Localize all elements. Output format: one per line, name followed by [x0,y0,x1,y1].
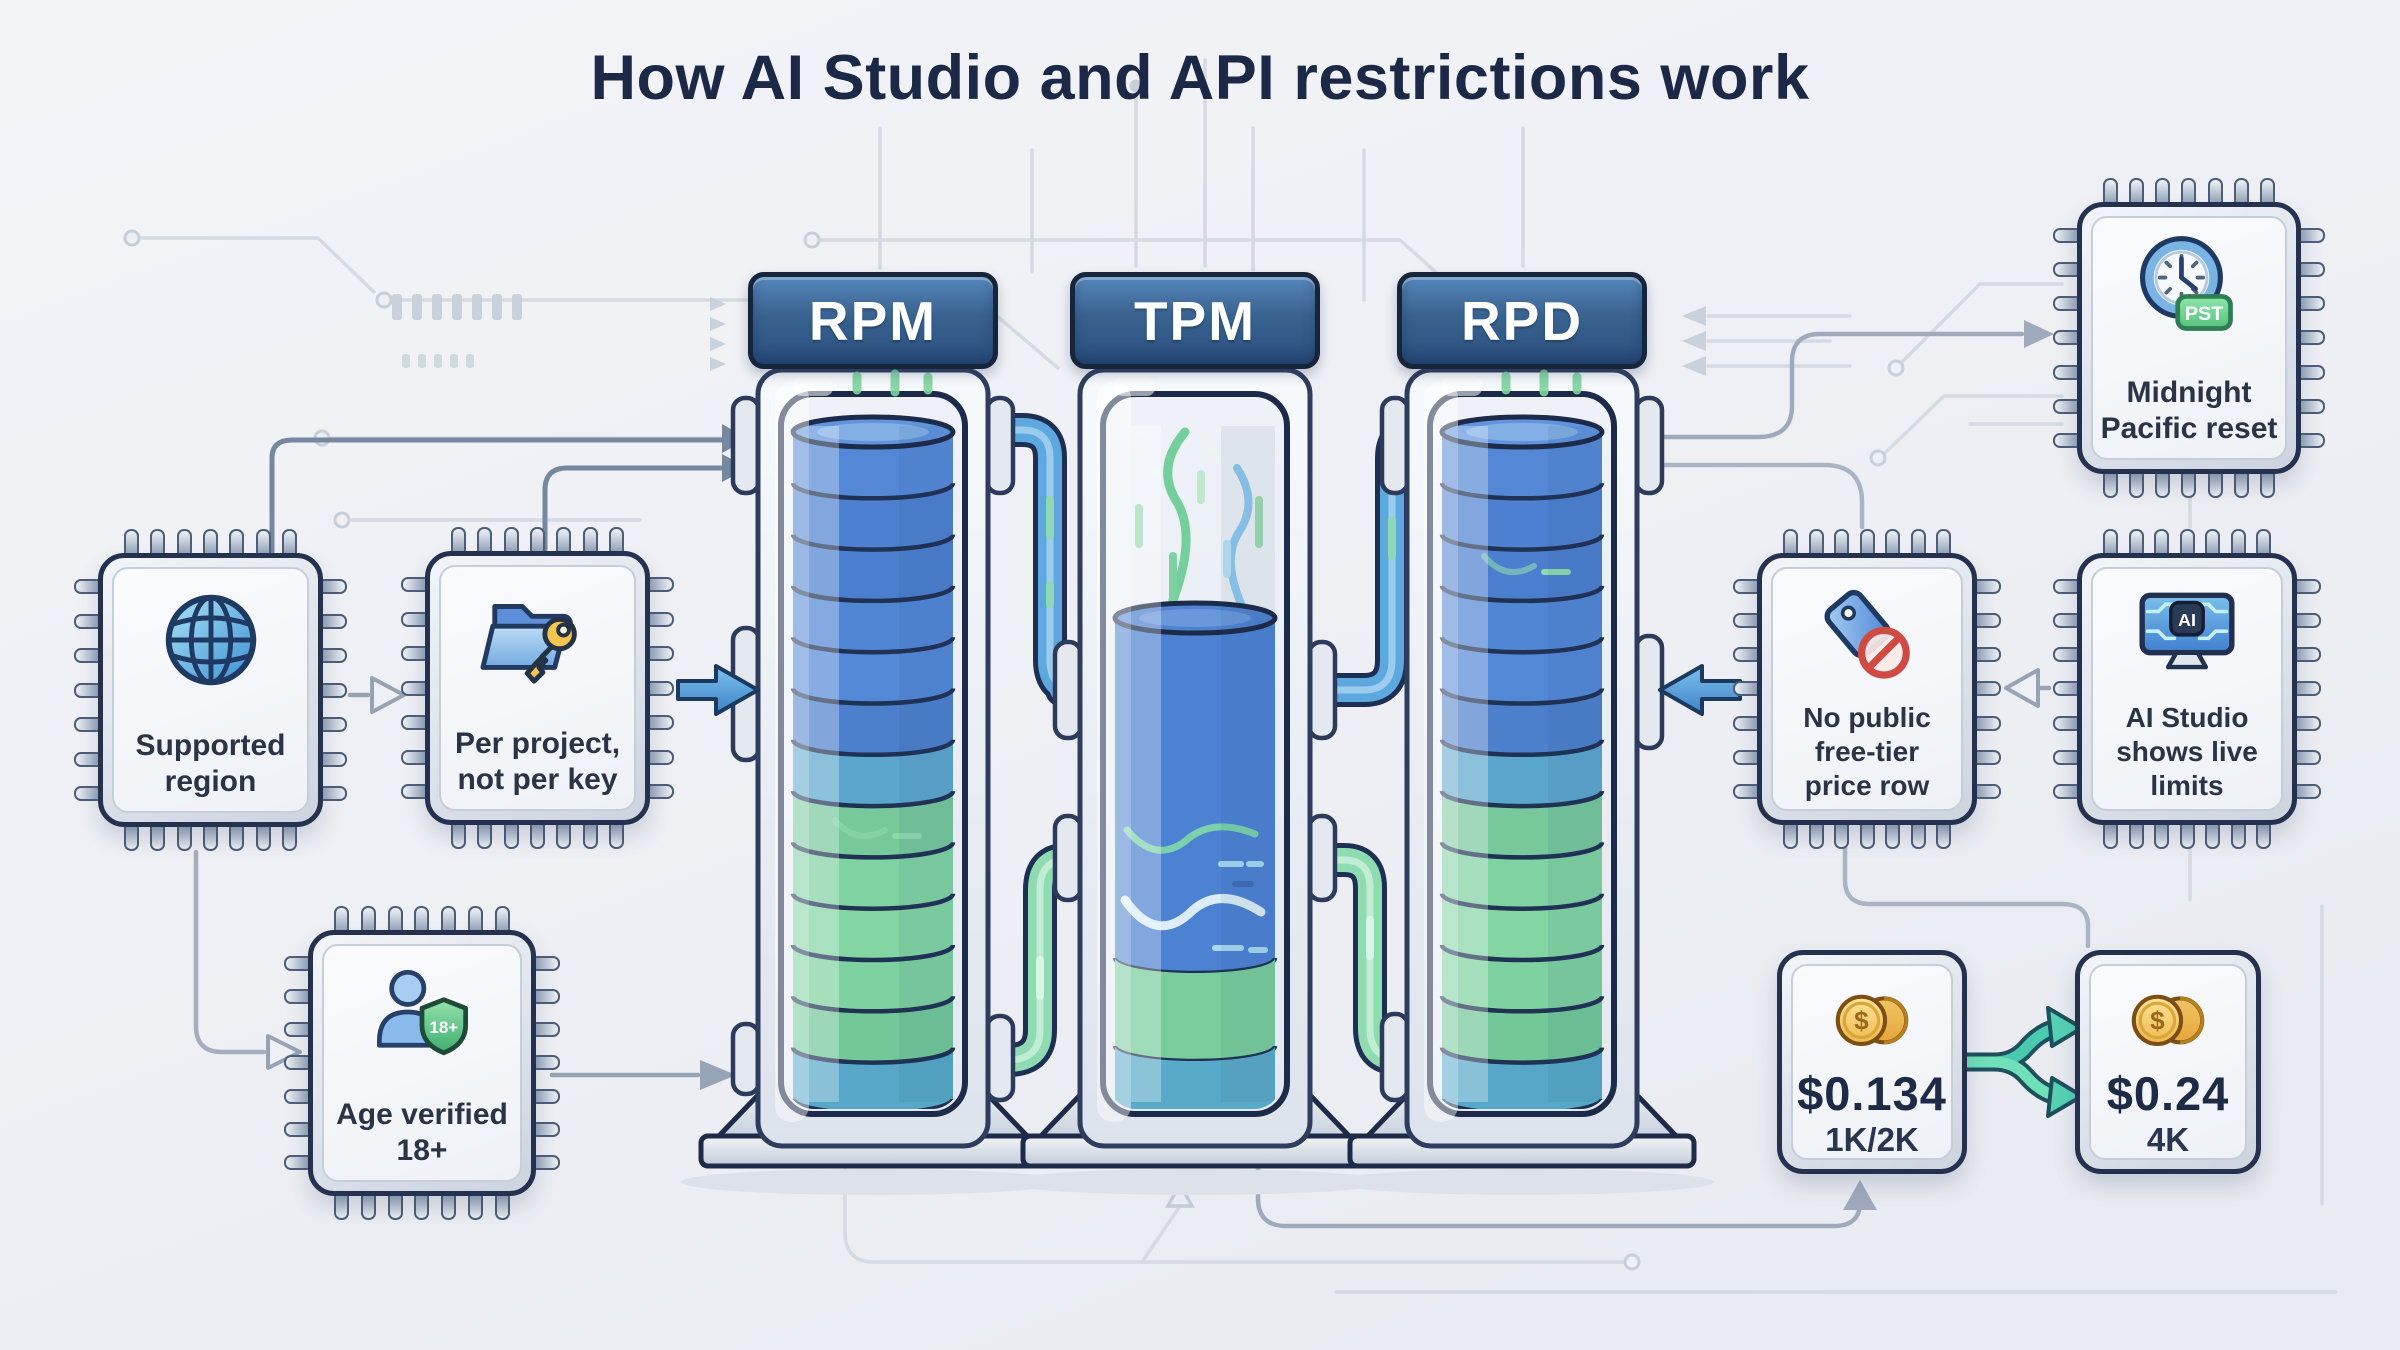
tower-label-rpd: RPD [1397,272,1647,369]
card-per-project: Per project, not per key [425,551,650,825]
card-ai-studio-limits: AI AI Studio shows live limits [2077,553,2297,825]
card-midnight-reset: PST Midnight Pacific reset [2077,202,2301,474]
card-age-verified: 18+ Age verified 18+ [308,930,536,1196]
card-label: Age verified 18+ [336,1097,508,1182]
coins-icon: $ [2115,978,2221,1066]
card-label: Midnight Pacific reset [2101,375,2278,460]
page-title: How AI Studio and API restrictions work [0,42,2400,114]
price-value: $0.24 [2107,1066,2230,1121]
folder-key-icon [477,579,599,691]
price-unit: 1K/2K [1825,1121,1919,1169]
tower [1330,370,1714,1195]
tower [681,370,1065,1195]
towers [681,370,1714,1195]
ai-badge: AI [2178,610,2196,630]
card-label: Supported region [136,728,286,813]
age-badge: 18+ [429,1018,458,1037]
fork-arrow [1966,1008,2082,1116]
card-no-public-free-tier: No public free-tier price row [1757,553,1977,825]
card-price-input: $ $0.134 1K/2K [1777,950,1967,1174]
age-shield-icon: 18+ [360,958,484,1068]
tpm-label: TPM [1134,289,1256,353]
dollar-glyph: $ [2150,1005,2165,1035]
tower-label-tpm: TPM [1070,272,1320,369]
price-unit: 4K [2147,1121,2189,1169]
globe-icon [152,581,270,699]
arrow-into-rpd [1660,666,1740,714]
coins-icon: $ [1819,978,1925,1066]
tower-label-rpm: RPM [748,272,998,369]
pst-badge: PST [2185,303,2223,325]
rpm-label: RPM [809,289,937,353]
ai-monitor-icon: AI [2124,581,2250,685]
infographic-canvas: How AI Studio and API restrictions work … [0,0,2400,1350]
rpd-label: RPD [1461,289,1583,353]
clock-pst-icon: PST [2123,230,2255,344]
card-supported-region: Supported region [98,553,323,827]
card-price-output: $ $0.24 4K [2075,950,2261,1174]
card-label: Per project, not per key [455,726,620,811]
dollar-glyph: $ [1854,1005,1869,1035]
price-tag-blocked-icon [1809,581,1925,687]
card-label: AI Studio shows live limits [2116,701,2258,811]
price-value: $0.134 [1797,1066,1947,1121]
card-label: No public free-tier price row [1803,701,1931,811]
